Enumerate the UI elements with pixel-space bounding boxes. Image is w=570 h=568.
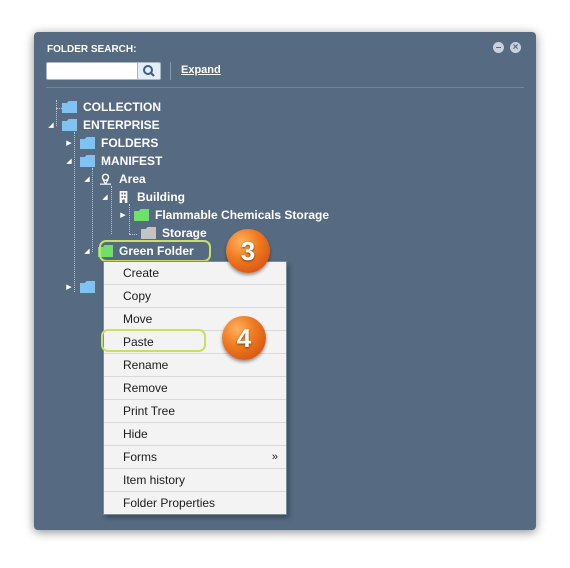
toolbar-divider xyxy=(170,62,171,80)
collapse-arrow-icon[interactable]: ◢ xyxy=(82,247,92,255)
menu-item-label: Move xyxy=(123,312,153,326)
folder-icon xyxy=(62,119,77,131)
context-menu: Create Copy Move Paste Rename Remove Pri… xyxy=(103,261,287,515)
collapse-arrow-icon[interactable]: ◢ xyxy=(100,193,110,201)
folder-icon xyxy=(80,155,95,167)
expand-arrow-icon[interactable]: ▶ xyxy=(64,283,74,291)
tree-node-label: FOLDERS xyxy=(101,136,159,150)
step-4-callout: 4 xyxy=(222,316,266,360)
menu-item-label: Copy xyxy=(123,289,152,303)
collapse-arrow-icon[interactable]: ◢ xyxy=(64,157,74,165)
submenu-arrow-icon: » xyxy=(271,451,278,463)
tree-node-label: ENTERPRISE xyxy=(83,118,160,132)
menu-item-forms[interactable]: Forms » xyxy=(104,446,286,469)
menu-item-label: Folder Properties xyxy=(123,496,216,510)
tree-node-enterprise[interactable]: ◢ ENTERPRISE xyxy=(46,116,160,134)
tree-node-manifest[interactable]: ◢ MANIFEST xyxy=(64,152,162,170)
tree-node-label: MANIFEST xyxy=(101,154,163,168)
menu-item-folder-properties[interactable]: Folder Properties xyxy=(104,492,286,514)
paste-highlight xyxy=(101,329,206,352)
menu-item-label: Rename xyxy=(123,358,169,372)
collapse-arrow-icon[interactable]: ◢ xyxy=(46,121,56,129)
header-divider xyxy=(46,87,524,88)
gray-folder-icon xyxy=(141,227,156,239)
collapse-arrow-icon[interactable]: ◢ xyxy=(82,175,92,183)
tree-node-flammable-chemicals-storage[interactable]: ▶ Flammable Chemicals Storage xyxy=(118,206,329,224)
menu-item-label: Forms xyxy=(123,450,157,464)
step-3-callout: 3 xyxy=(226,229,270,273)
magnifier-icon xyxy=(143,65,155,77)
folder-icon xyxy=(80,281,95,293)
expand-arrow-icon[interactable]: ▶ xyxy=(64,139,74,147)
menu-item-remove[interactable]: Remove xyxy=(104,377,286,400)
location-pin-icon xyxy=(99,173,112,185)
green-folder-icon xyxy=(134,209,149,221)
menu-item-print-tree[interactable]: Print Tree xyxy=(104,400,286,423)
panel-title: FOLDER SEARCH: xyxy=(47,44,137,55)
tree-node-area[interactable]: ◢ Area xyxy=(82,170,146,188)
tree-node-label: Storage xyxy=(162,226,207,240)
tree-node-folders[interactable]: ▶ FOLDERS xyxy=(64,134,158,152)
tree-node-label: COLLECTION xyxy=(83,100,161,114)
search-input[interactable] xyxy=(46,62,140,80)
menu-item-label: Create xyxy=(123,266,160,280)
menu-item-label: Remove xyxy=(123,381,168,395)
tree-node-building[interactable]: ◢ Building xyxy=(100,188,185,206)
expand-arrow-icon[interactable]: ▶ xyxy=(118,211,128,219)
folder-icon xyxy=(62,101,77,113)
tree-node-collection[interactable]: COLLECTION xyxy=(46,98,161,116)
building-icon xyxy=(119,191,128,203)
menu-item-label: Item history xyxy=(123,473,186,487)
tree-node-label: Building xyxy=(137,190,185,204)
tree-node-hidden[interactable]: ▶ xyxy=(64,278,101,296)
menu-item-label: Print Tree xyxy=(123,404,176,418)
menu-item-hide[interactable]: Hide xyxy=(104,423,286,446)
menu-item-rename[interactable]: Rename xyxy=(104,354,286,377)
folder-icon xyxy=(80,137,95,149)
menu-item-label: Hide xyxy=(123,427,148,441)
minimize-icon[interactable]: – xyxy=(493,42,504,53)
tree-node-label: Area xyxy=(119,172,146,186)
menu-item-item-history[interactable]: Item history xyxy=(104,469,286,492)
expand-link[interactable]: Expand xyxy=(181,64,221,76)
close-icon[interactable]: × xyxy=(510,42,521,53)
green-folder-highlight xyxy=(99,240,211,262)
tree-node-label: Flammable Chemicals Storage xyxy=(155,208,330,222)
search-button[interactable] xyxy=(137,62,161,80)
menu-item-copy[interactable]: Copy xyxy=(104,285,286,308)
